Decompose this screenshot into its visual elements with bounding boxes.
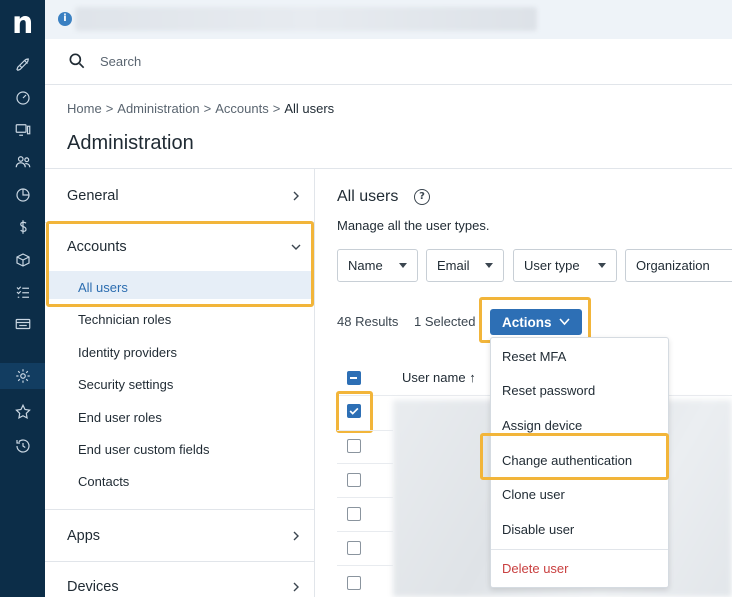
search-input[interactable]: Search (100, 54, 141, 69)
main-title: All users (337, 188, 399, 205)
notification-banner: i (45, 0, 732, 39)
ticket-icon[interactable] (11, 312, 35, 336)
nav-item-security-settings[interactable]: Security settings (78, 377, 173, 392)
row-checkbox[interactable] (347, 576, 361, 590)
chevron-right-icon[interactable] (291, 582, 301, 592)
chart-icon[interactable] (11, 183, 35, 207)
menu-item-reset-mfa[interactable]: Reset MFA (502, 349, 566, 364)
menu-item-assign-device[interactable]: Assign device (502, 418, 582, 433)
nav-divider (45, 561, 314, 562)
chevron-right-icon[interactable] (291, 191, 301, 201)
search-icon (69, 53, 85, 69)
row-checkbox[interactable] (347, 473, 361, 487)
nav-divider (45, 509, 314, 510)
nav-section-general[interactable]: General (67, 188, 119, 204)
checklist-icon[interactable] (11, 280, 35, 304)
caret-down-icon (598, 263, 606, 268)
table-row (337, 531, 393, 532)
menu-item-clone-user[interactable]: Clone user (502, 487, 565, 502)
gear-icon[interactable] (11, 364, 35, 388)
filter-email-label: Email (437, 258, 470, 273)
nav-section-devices[interactable]: Devices (67, 579, 119, 595)
results-count: 48 Results (337, 314, 399, 329)
users-icon[interactable] (11, 150, 35, 174)
column-header-user-name[interactable]: User name ↑ (402, 370, 476, 385)
nav-item-contacts[interactable]: Contacts (78, 474, 129, 489)
breadcrumb-separator: > (203, 101, 212, 116)
icon-rail: n (0, 0, 45, 597)
table-row (337, 463, 393, 464)
filter-organization[interactable]: Organization (625, 249, 732, 282)
banner-redacted-text (75, 7, 537, 31)
row-checkbox[interactable] (347, 541, 361, 555)
row-checkbox[interactable] (347, 439, 361, 453)
help-icon[interactable]: ? (414, 189, 430, 205)
dashboard-icon[interactable] (11, 86, 35, 110)
filter-name[interactable]: Name (337, 249, 418, 282)
page-title: Administration (67, 132, 194, 154)
filter-organization-label: Organization (636, 258, 710, 273)
table-row (337, 430, 393, 431)
sort-ascending-icon: ↑ (469, 370, 476, 385)
filter-email[interactable]: Email (426, 249, 504, 282)
chevron-right-icon[interactable] (291, 531, 301, 541)
highlight-accounts (46, 221, 314, 307)
menu-item-reset-password[interactable]: Reset password (502, 383, 595, 398)
breadcrumb-separator: > (105, 101, 114, 116)
nav-item-end-user-custom-fields[interactable]: End user custom fields (78, 442, 210, 457)
rocket-icon[interactable] (11, 53, 35, 77)
column-user-name-label: User name (402, 370, 466, 385)
row-checkbox[interactable] (347, 507, 361, 521)
info-icon: i (58, 12, 72, 26)
filter-name-label: Name (348, 258, 383, 273)
menu-item-delete-user[interactable]: Delete user (502, 561, 568, 576)
filter-user-type-label: User type (524, 258, 580, 273)
table-row (337, 565, 393, 566)
filter-user-type[interactable]: User type (513, 249, 617, 282)
highlight-row-checkbox (336, 391, 373, 433)
breadcrumb-separator: > (272, 101, 281, 116)
box-icon[interactable] (11, 248, 35, 272)
breadcrumb-administration[interactable]: Administration (117, 101, 199, 116)
devices-icon[interactable] (11, 118, 35, 142)
star-icon[interactable] (11, 400, 35, 424)
selected-count: 1 Selected (414, 314, 476, 329)
nav-item-technician-roles[interactable]: Technician roles (78, 312, 171, 327)
breadcrumb: Home > Administration > Accounts > All users (67, 101, 334, 116)
caret-down-icon (399, 263, 407, 268)
nav-item-end-user-roles[interactable]: End user roles (78, 410, 162, 425)
dollar-icon[interactable] (11, 215, 35, 239)
caret-down-icon (485, 263, 493, 268)
breadcrumb-home[interactable]: Home (67, 101, 102, 116)
ninja-logo[interactable]: n (12, 9, 34, 39)
global-search-bar[interactable]: Search (45, 39, 732, 85)
breadcrumb-current: All users (284, 101, 335, 116)
breadcrumb-accounts[interactable]: Accounts (215, 101, 268, 116)
highlight-change-authentication (480, 433, 669, 480)
menu-item-disable-user[interactable]: Disable user (502, 522, 574, 537)
select-all-checkbox[interactable] (347, 371, 361, 385)
history-icon[interactable] (11, 434, 35, 458)
nav-item-identity-providers[interactable]: Identity providers (78, 345, 177, 360)
table-row (337, 497, 393, 498)
main-description: Manage all the user types. (337, 218, 490, 233)
nav-section-apps[interactable]: Apps (67, 528, 100, 544)
menu-divider (491, 549, 668, 550)
